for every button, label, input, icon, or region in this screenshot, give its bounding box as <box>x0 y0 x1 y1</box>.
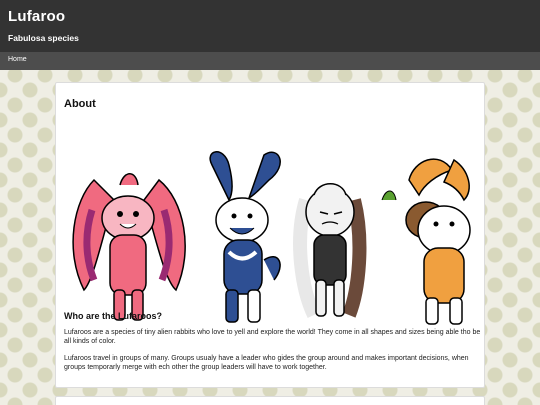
orange-lufaroo-icon <box>381 158 471 325</box>
pink-lufaroo-icon <box>72 173 186 321</box>
paragraph-groups: Lufaroos travel in groups of many. Group… <box>64 355 469 372</box>
nav-home-link[interactable]: Home <box>8 56 27 63</box>
about-heading: About <box>64 98 96 110</box>
paragraph-intro: Lufaroos are a species of tiny alien rab… <box>64 329 481 346</box>
blue-lufaroo-icon <box>209 151 281 323</box>
about-card: About Who are the Lufaroos? Lufaroos are… <box>55 82 485 388</box>
section-heading: Who are the Lufaroos? <box>64 311 163 321</box>
site-title[interactable]: Lufaroo <box>8 8 65 25</box>
grey-lufaroo-icon <box>293 183 367 319</box>
nav-bar: Home <box>0 52 540 70</box>
site-subtitle: Fabulosa species <box>8 33 79 43</box>
site-header: Lufaroo Fabulosa species <box>0 0 540 52</box>
next-card <box>55 396 485 405</box>
